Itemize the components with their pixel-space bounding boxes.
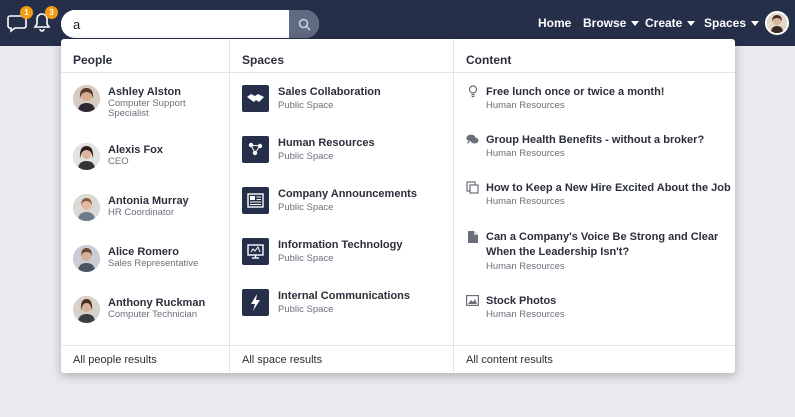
space-type: Public Space [278,304,334,315]
nav-create[interactable]: Create [645,16,696,30]
people-heading: People [61,39,229,73]
person-photo-icon [73,245,100,272]
space-type: Public Space [278,151,334,162]
content-title: Stock Photos [486,295,557,307]
nav-browse-label: Browse [583,16,627,30]
space-icon-tile [242,136,269,163]
chevron-down-icon [751,21,760,27]
person-name: Antonia Murray [108,195,189,207]
person-photo-icon [73,143,100,170]
space-result[interactable]: Sales Collaboration Public Space [242,85,447,125]
person-photo-icon [73,85,100,112]
chevron-down-icon [631,21,640,27]
people-column: People Ashley Alston Computer Support Sp… [61,39,229,373]
lightbulb-icon [466,85,479,98]
person-result[interactable]: Antonia Murray HR Coordinator [73,194,223,234]
content-result[interactable]: Can a Company's Voice Be Strong and Clea… [466,230,731,276]
handshake-icon [247,94,264,102]
person-role: CEO [108,156,129,167]
content-space: Human Resources [486,100,565,111]
spaces-column: Spaces Sales Collaboration Public Space … [229,39,453,373]
person-role: Sales Representative [108,258,199,269]
content-space: Human Resources [486,196,565,207]
document-icon [466,230,479,243]
space-icon-tile [242,238,269,265]
person-result[interactable]: Alice Romero Sales Representative [73,245,223,285]
content-result[interactable]: Free lunch once or twice a month! Human … [466,85,731,115]
person-name: Alice Romero [108,246,179,258]
content-title: Group Health Benefits - without a broker… [486,134,705,146]
space-name: Information Technology [278,239,403,251]
space-icon-tile [242,187,269,214]
space-result[interactable]: Internal Communications Public Space [242,289,447,329]
space-name: Human Resources [278,137,375,149]
content-result[interactable]: Group Health Benefits - without a broker… [466,133,731,163]
user-avatar[interactable] [765,11,789,35]
space-name: Internal Communications [278,290,411,302]
content-column: Content Free lunch once or twice a month… [453,39,735,373]
all-people-link[interactable]: All people results [61,345,229,373]
search-results-dropdown: People Ashley Alston Computer Support Sp… [61,39,735,373]
content-result[interactable]: Stock Photos Human Resources [466,294,731,324]
space-type: Public Space [278,100,334,111]
all-spaces-link[interactable]: All space results [230,345,453,373]
person-result[interactable]: Anthony Ruckman Computer Technician [73,296,223,336]
chat-button[interactable]: 1 [6,6,33,33]
content-result[interactable]: How to Keep a New Hire Excited About the… [466,181,731,211]
content-title: Can a Company's Voice Be Strong and Clea… [486,231,719,258]
person-name: Ashley Alston [108,86,181,98]
search-icon [298,18,311,31]
nav-home[interactable]: Home [538,16,571,30]
avatar [73,245,100,272]
chevron-down-icon [687,21,696,27]
content-heading: Content [454,39,735,73]
monitor-icon [247,244,264,259]
person-role: Computer Technician [108,309,198,320]
notification-badge: 3 [45,6,58,19]
content-space: Human Resources [486,261,565,272]
content-space: Human Resources [486,309,565,320]
person-name: Alexis Fox [108,144,164,156]
blog-icon [466,181,479,194]
people-network-icon [248,142,263,156]
space-type: Public Space [278,253,334,264]
space-icon-tile [242,289,269,316]
avatar [73,143,100,170]
person-role: Computer Support Specialist [108,98,186,119]
all-content-link[interactable]: All content results [454,345,735,373]
nav-spaces-label: Spaces [704,16,747,30]
space-name: Sales Collaboration [278,86,381,98]
space-icon-tile [242,85,269,112]
nav-create-label: Create [645,16,683,30]
search-input[interactable] [61,10,289,38]
nav-spaces[interactable]: Spaces [704,16,760,30]
avatar [73,296,100,323]
search-button[interactable] [289,10,319,38]
space-result[interactable]: Information Technology Public Space [242,238,447,278]
person-photo-icon [73,296,100,323]
lightning-icon [251,294,260,311]
space-name: Company Announcements [278,188,417,200]
space-result[interactable]: Human Resources Public Space [242,136,447,176]
image-icon [466,294,479,307]
space-result[interactable]: Company Announcements Public Space [242,187,447,227]
spaces-heading: Spaces [230,39,453,73]
space-type: Public Space [278,202,334,213]
newspaper-icon [247,193,264,208]
content-title: How to Keep a New Hire Excited About the… [486,182,731,194]
person-name: Anthony Ruckman [108,297,206,309]
avatar [73,194,100,221]
person-photo-icon [73,194,100,221]
user-photo-icon [767,13,787,33]
search-box [61,10,319,38]
person-result[interactable]: Alexis Fox CEO [73,143,223,183]
person-role: HR Coordinator [108,207,174,218]
nav-browse[interactable]: Browse [583,16,640,30]
notifications-button[interactable]: 3 [31,6,58,33]
content-title: Free lunch once or twice a month! [486,86,665,98]
avatar [73,85,100,112]
discussion-icon [466,133,479,146]
content-space: Human Resources [486,148,565,159]
person-result[interactable]: Ashley Alston Computer Support Specialis… [73,85,223,125]
